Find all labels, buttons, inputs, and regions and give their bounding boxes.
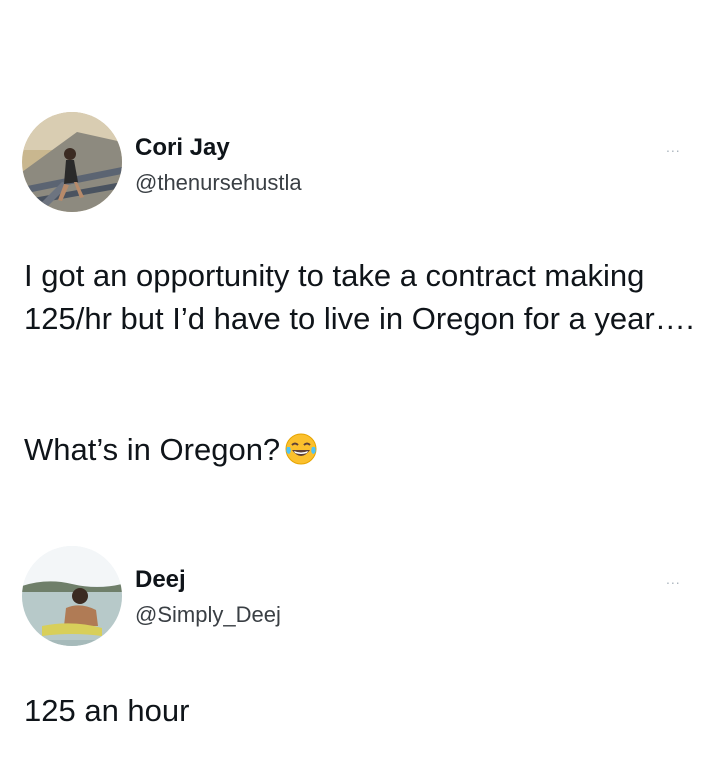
avatar-photo-icon <box>22 112 122 212</box>
tweet-text: I got an opportunity to take a contract … <box>24 258 695 336</box>
avatar[interactable] <box>22 112 122 212</box>
avatar[interactable] <box>22 546 122 646</box>
tweet-text-second-paragraph: What’s in Oregon? <box>24 428 704 471</box>
tweet-text: 125 an hour <box>24 693 190 728</box>
display-name[interactable]: Deej <box>135 566 186 594</box>
avatar-photo-icon <box>22 546 122 646</box>
face-with-tears-of-joy-icon <box>284 432 318 466</box>
display-name[interactable]: Cori Jay <box>135 134 230 162</box>
tweet-text-line: What’s in Oregon? <box>24 432 281 467</box>
more-options-icon[interactable]: ... <box>666 140 681 154</box>
more-options-icon[interactable]: ... <box>666 572 681 586</box>
user-handle[interactable]: @thenursehustla <box>135 170 302 196</box>
user-handle[interactable]: @Simply_Deej <box>135 602 281 628</box>
